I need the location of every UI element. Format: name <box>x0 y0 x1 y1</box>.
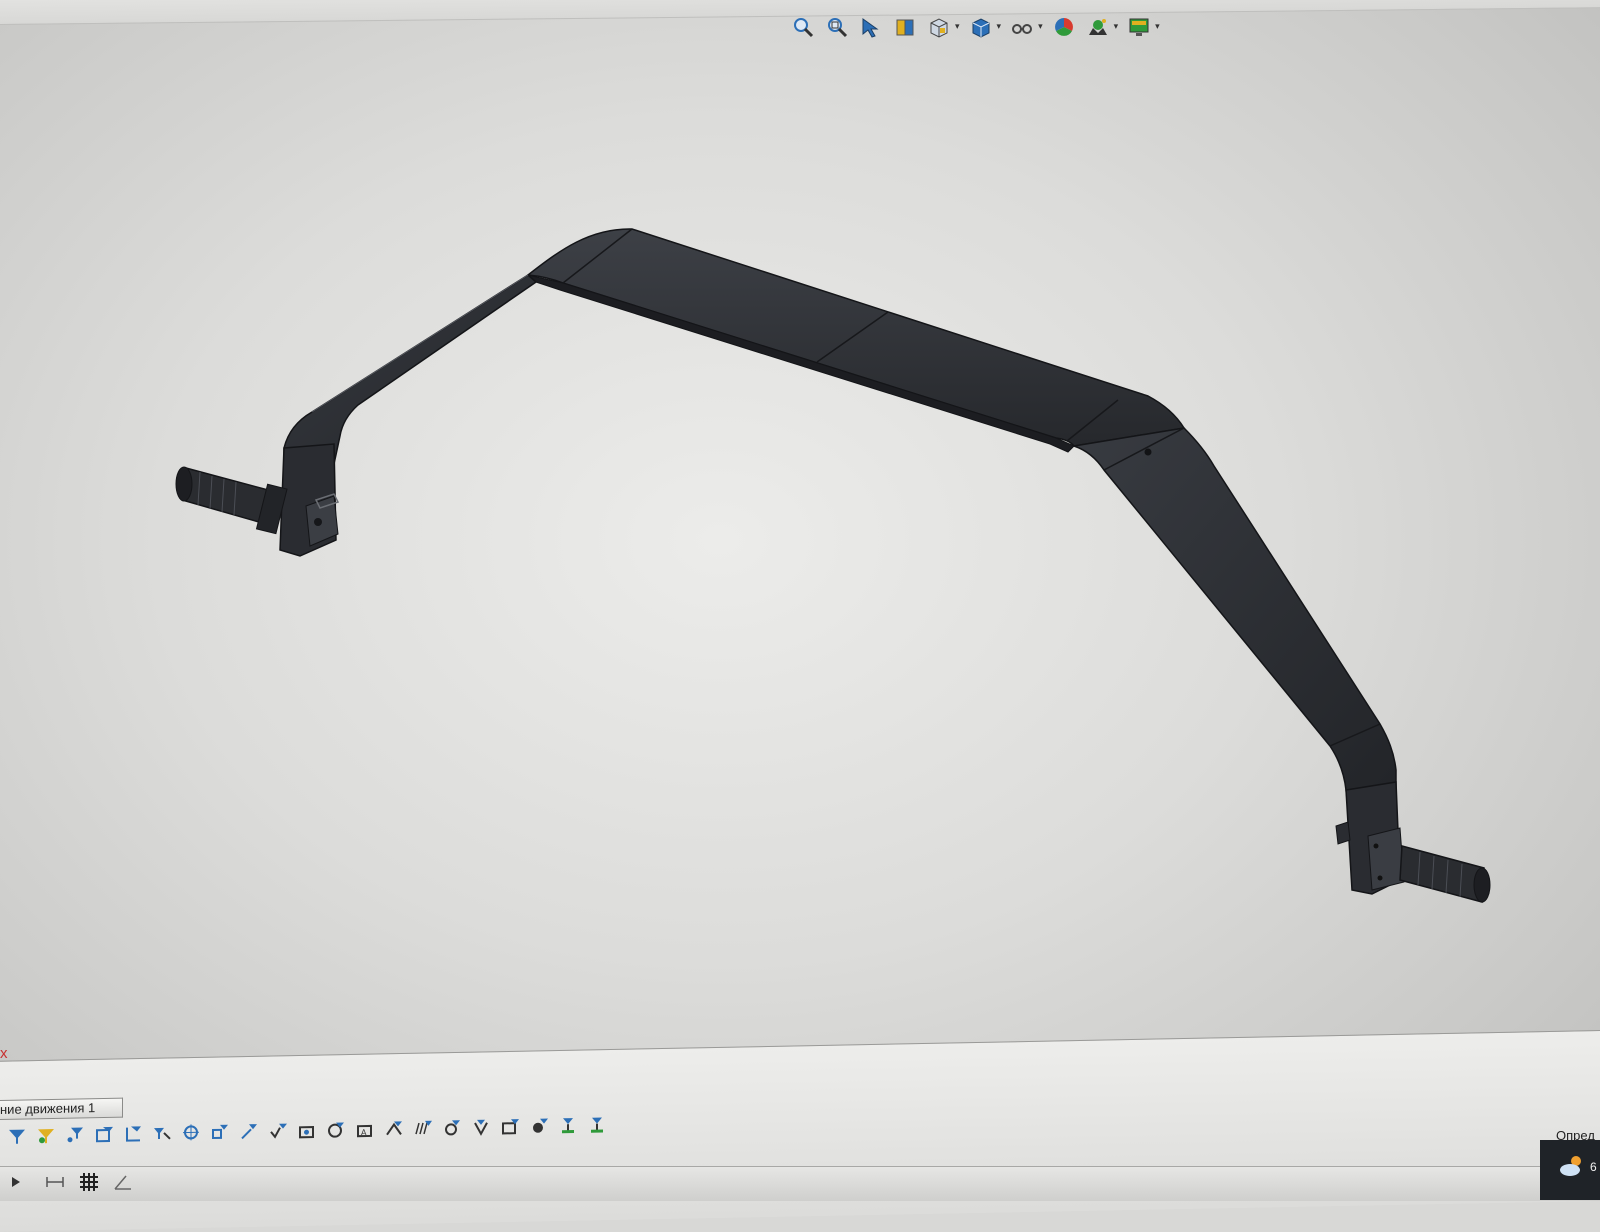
filter-arrow-icon <box>7 1126 27 1146</box>
surface-filter-icon <box>413 1118 433 1138</box>
box-filter-icon <box>297 1120 317 1140</box>
right-tab <box>1336 822 1350 844</box>
left-shaft-end <box>176 467 192 501</box>
note-filter-icon <box>500 1116 520 1136</box>
axis-indicator-x: x <box>0 1045 8 1062</box>
ruler-icon <box>44 1171 66 1193</box>
right-flange-bolt <box>1374 844 1379 849</box>
tool-button[interactable]: A <box>352 1117 378 1141</box>
right-shaft-end <box>1474 868 1490 902</box>
tool-button[interactable] <box>178 1120 204 1144</box>
left-shaft[interactable] <box>182 468 268 524</box>
tool-button[interactable] <box>323 1117 349 1141</box>
green-filter-icon <box>558 1115 578 1135</box>
datum-filter-icon <box>471 1117 491 1137</box>
left-bolt-hole <box>314 518 322 526</box>
grid-icon <box>78 1171 100 1193</box>
right-arm-hole <box>1145 449 1152 456</box>
tool-button[interactable] <box>207 1120 233 1144</box>
mate-filter-icon <box>210 1122 230 1142</box>
status-bar <box>0 1166 1600 1201</box>
status-arrow-button[interactable] <box>8 1170 34 1194</box>
annotation-filter-icon: A <box>355 1119 375 1139</box>
taskbar-clock: 6 <box>1590 1160 1597 1174</box>
tool-button[interactable] <box>265 1118 291 1142</box>
tool-button[interactable] <box>33 1123 59 1147</box>
tool-button[interactable] <box>149 1121 175 1145</box>
svg-text:A: A <box>361 1128 367 1137</box>
right-arm[interactable] <box>1074 428 1396 808</box>
tool-button[interactable] <box>468 1115 494 1139</box>
edge-filter-icon <box>94 1124 114 1144</box>
angle-icon <box>112 1171 134 1193</box>
tool-button[interactable] <box>381 1116 407 1140</box>
status-dimension-button[interactable] <box>42 1170 68 1194</box>
tool-button[interactable] <box>62 1122 88 1146</box>
green-filter-icon <box>587 1114 607 1134</box>
right-shaft[interactable] <box>1400 846 1484 902</box>
point-filter-icon <box>65 1124 85 1144</box>
tool-button[interactable] <box>91 1122 117 1146</box>
tool-button[interactable] <box>526 1113 552 1137</box>
tool-button[interactable] <box>236 1119 262 1143</box>
select-filter-icon <box>36 1125 56 1145</box>
tool-button[interactable] <box>497 1114 523 1138</box>
target-filter-icon <box>181 1122 201 1142</box>
check-filter-icon <box>268 1121 288 1141</box>
line-filter-icon <box>239 1121 259 1141</box>
status-bar-tools <box>8 1170 136 1194</box>
sketch-filter-icon <box>326 1119 346 1139</box>
top-beam[interactable] <box>528 229 1184 446</box>
vertex-filter-icon <box>152 1123 172 1143</box>
weld-filter-icon <box>442 1117 462 1137</box>
arrow-icon <box>10 1171 32 1193</box>
tool-button[interactable] <box>410 1116 436 1140</box>
right-flange <box>1368 828 1404 890</box>
tool-button[interactable] <box>120 1121 146 1145</box>
tool-button[interactable] <box>4 1124 30 1148</box>
ball-filter-icon <box>529 1116 549 1136</box>
weather-cloud-icon[interactable] <box>1556 1150 1588 1182</box>
tool-button[interactable] <box>294 1118 320 1142</box>
3d-model-frame-part[interactable] <box>0 0 1600 1200</box>
right-flange-bolt <box>1378 876 1383 881</box>
tool-button[interactable] <box>584 1112 610 1136</box>
axis-filter-icon <box>123 1123 143 1143</box>
left-arm-edge-line <box>312 275 528 412</box>
tool-button[interactable] <box>439 1115 465 1139</box>
dimension-filter-icon <box>384 1118 404 1138</box>
motion-study-tab[interactable]: ние движения 1 <box>0 1098 123 1120</box>
status-grid-button[interactable] <box>76 1170 102 1194</box>
tool-button[interactable] <box>555 1113 581 1137</box>
left-arm[interactable] <box>284 275 536 468</box>
status-angle-button[interactable] <box>110 1170 136 1194</box>
